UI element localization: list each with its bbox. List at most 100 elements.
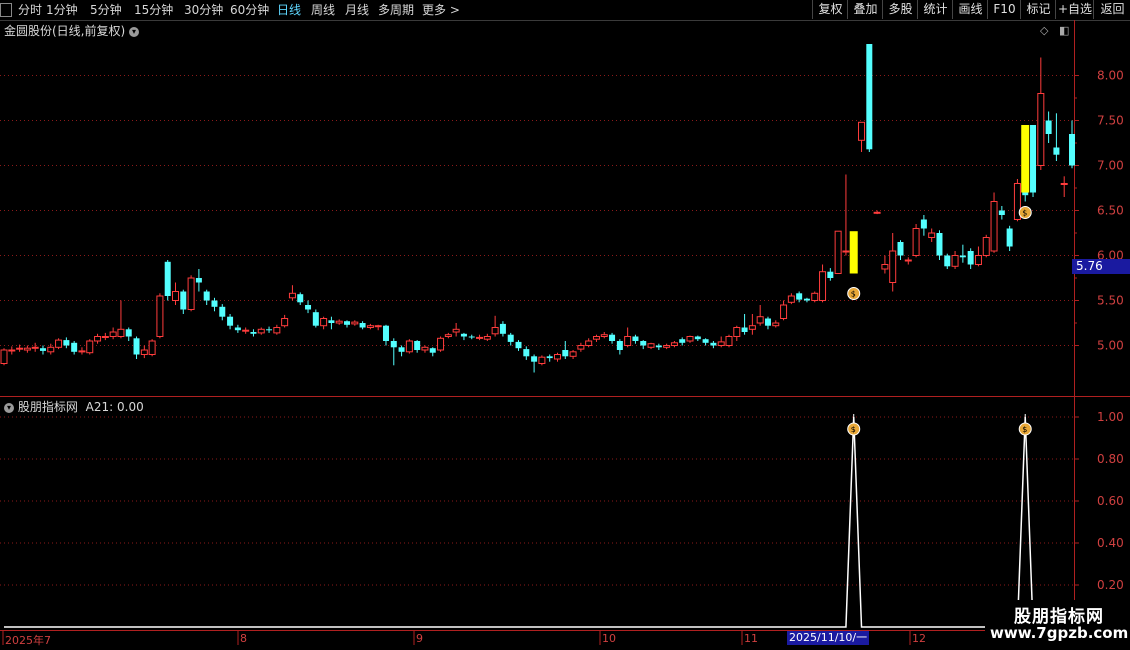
indicator-axis-label: 1.00 bbox=[1097, 410, 1124, 424]
candle-body-up bbox=[117, 328, 125, 337]
candle-body-up bbox=[101, 336, 109, 338]
candle-body-down bbox=[359, 323, 366, 328]
price-axis-label: 6.50 bbox=[1097, 204, 1124, 218]
candle-body-up bbox=[912, 228, 920, 256]
candle-body-up bbox=[881, 264, 889, 270]
candle-body-down bbox=[305, 305, 312, 310]
candle-body-up bbox=[491, 327, 499, 335]
candle-body-down bbox=[227, 316, 234, 326]
candle-body-down bbox=[632, 336, 639, 341]
candle-body-down bbox=[998, 210, 1005, 215]
candle-body-up bbox=[756, 316, 764, 324]
candle-body-up bbox=[109, 331, 117, 337]
candle-body-up bbox=[1037, 93, 1045, 166]
price-axis-label: 8.00 bbox=[1097, 69, 1124, 83]
candle-body-down bbox=[523, 349, 530, 357]
candle-body-down bbox=[266, 329, 273, 331]
candle-body-down bbox=[390, 341, 397, 348]
price-axis-label: 7.50 bbox=[1097, 114, 1124, 128]
candle-body-down bbox=[609, 334, 616, 341]
candle-body-up bbox=[780, 304, 788, 319]
watermark-url: www.7gpzb.com bbox=[990, 624, 1129, 642]
price-axis-label: 5.00 bbox=[1097, 339, 1124, 353]
candle-body-up bbox=[928, 232, 936, 238]
candle-body-up bbox=[257, 328, 265, 334]
current-price-tag: 5.76 bbox=[1072, 259, 1130, 274]
candle-body-down bbox=[702, 339, 709, 343]
candle-body-down bbox=[250, 332, 257, 334]
candle-body-up bbox=[0, 349, 8, 364]
candle-body-down bbox=[312, 312, 319, 326]
candle-body-up bbox=[273, 327, 281, 334]
date-axis-label: 2025年7 bbox=[5, 634, 51, 647]
chart-canvas[interactable]: 8.007.507.006.506.005.505.00$$1.000.800.… bbox=[0, 0, 1130, 650]
candle-body-up bbox=[733, 327, 741, 337]
candle-body-down bbox=[382, 325, 389, 341]
candle-body-down bbox=[211, 300, 218, 307]
candle-body-up bbox=[842, 250, 850, 253]
candle-body-down bbox=[1069, 134, 1075, 166]
candle-body-up bbox=[873, 211, 881, 214]
candle-body-up bbox=[148, 340, 156, 355]
candle-body-down bbox=[71, 342, 78, 352]
candle-body-up bbox=[242, 329, 250, 332]
candle-body-up bbox=[94, 336, 102, 342]
candle-body-down bbox=[344, 321, 351, 325]
candle-body-down bbox=[133, 338, 140, 355]
date-axis-label: 8 bbox=[240, 632, 247, 645]
candle-body-up bbox=[374, 325, 382, 328]
candle-body-up bbox=[585, 340, 593, 346]
candle-body-up bbox=[600, 334, 608, 338]
date-axis-label: 10 bbox=[602, 632, 616, 645]
candle-body-down bbox=[398, 347, 405, 352]
candle-body-up bbox=[31, 346, 39, 349]
cursor-date-label: 2025/11/10/一 bbox=[787, 631, 870, 645]
candle-body-down bbox=[866, 44, 873, 150]
candle-body-down bbox=[1045, 120, 1052, 134]
candle-body-down bbox=[125, 329, 132, 337]
candle-body-up bbox=[904, 259, 912, 262]
candle-body-down bbox=[460, 333, 467, 337]
candle-body-up bbox=[483, 336, 491, 340]
candle-body-down bbox=[219, 306, 226, 317]
candle-body-up bbox=[140, 349, 148, 355]
candle-body-up bbox=[281, 318, 289, 327]
candle-body-down bbox=[616, 341, 623, 350]
candle-body-up bbox=[819, 271, 827, 302]
candle-body-up bbox=[569, 351, 577, 357]
candle-body-up bbox=[834, 230, 842, 274]
candle-body-down bbox=[195, 278, 202, 283]
candle-body-down bbox=[297, 294, 304, 303]
candle-body-up bbox=[787, 295, 795, 303]
signal-bar bbox=[1021, 125, 1030, 193]
candle-body-up bbox=[78, 350, 86, 353]
candle-body-down bbox=[897, 242, 904, 256]
candle-body-up bbox=[663, 345, 671, 348]
candle-body-up bbox=[670, 342, 678, 346]
candle-body-down bbox=[796, 293, 803, 300]
candle-body-up bbox=[351, 321, 359, 325]
candle-body-up bbox=[156, 295, 164, 337]
candle-body-down bbox=[203, 291, 210, 301]
candle-body-down bbox=[694, 336, 701, 340]
candle-body-down bbox=[546, 356, 553, 359]
candle-body-up bbox=[889, 250, 897, 283]
candle-body-down bbox=[1006, 228, 1013, 247]
price-axis-label: 5.50 bbox=[1097, 294, 1124, 308]
candle-body-up bbox=[811, 292, 819, 301]
signal-bar bbox=[849, 231, 858, 274]
candle-body-up bbox=[86, 340, 94, 354]
candle-body-up bbox=[8, 349, 16, 352]
candle-body-up bbox=[772, 322, 780, 327]
candle-body-down bbox=[936, 233, 943, 256]
price-axis-label: 7.00 bbox=[1097, 159, 1124, 173]
candle-body-up bbox=[624, 336, 632, 346]
candle-body-up bbox=[444, 334, 452, 338]
candle-body-up bbox=[717, 341, 725, 346]
money-bag-symbol: $ bbox=[1022, 425, 1027, 434]
candle-body-down bbox=[679, 339, 686, 343]
candle-body-up bbox=[990, 201, 998, 252]
candle-body-down bbox=[827, 271, 834, 278]
candle-body-up bbox=[172, 291, 180, 301]
money-bag-symbol: $ bbox=[851, 425, 856, 434]
